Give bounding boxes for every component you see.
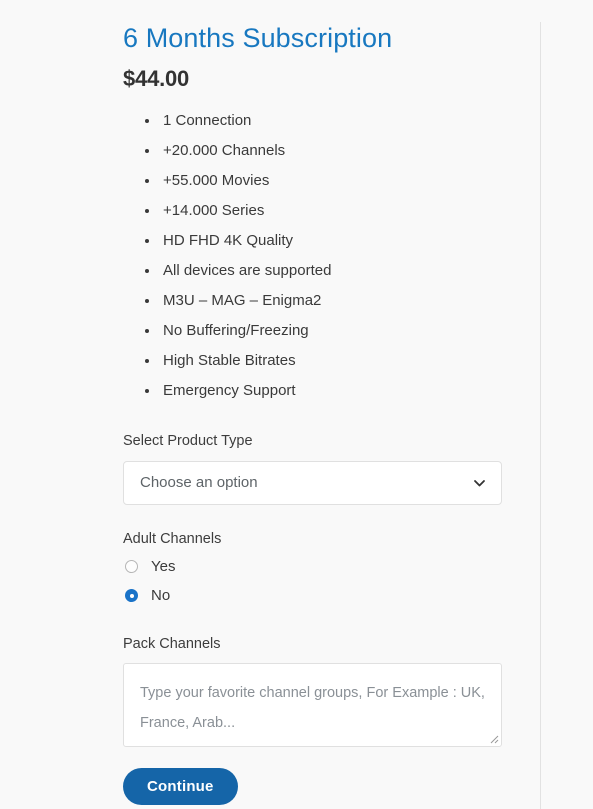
product-price: $44.00 (123, 66, 190, 92)
radio-yes-icon[interactable] (125, 560, 138, 574)
list-item: +14.000 Series (160, 196, 523, 226)
adult-channels-label: Adult Channels (123, 530, 222, 547)
product-type-label: Select Product Type (123, 433, 253, 450)
list-item: Emergency Support (160, 376, 523, 406)
list-item: High Stable Bitrates (160, 346, 523, 376)
pack-channels-field: Pack Channels Type your favorite channel… (123, 609, 523, 748)
list-item: HD FHD 4K Quality (160, 226, 523, 256)
product-type-selected-value: Choose an option (140, 473, 258, 491)
product-page: 6 Months Subscription $44.00 1 Connectio… (0, 0, 593, 809)
submit-row: Continue (123, 747, 523, 806)
page-title: 6 Months Subscription (123, 23, 393, 53)
list-item: +55.000 Movies (160, 166, 523, 196)
pack-channels-textarea[interactable]: Type your favorite channel groups, For E… (123, 663, 502, 748)
list-item: No Buffering/Freezing (160, 316, 523, 346)
product-summary-column: 6 Months Subscription $44.00 1 Connectio… (123, 0, 523, 806)
resize-handle-icon[interactable] (487, 732, 499, 744)
adult-channels-field: Adult Channels Yes No (123, 505, 523, 609)
list-item: +20.000 Channels (160, 136, 523, 166)
product-type-select[interactable]: Choose an option (123, 460, 502, 505)
continue-button[interactable]: Continue (123, 768, 238, 806)
product-type-field: Select Product Type Choose an option (123, 406, 523, 505)
list-item: M3U – MAG – Enigma2 (160, 286, 523, 316)
radio-option-no[interactable]: No (123, 583, 523, 609)
radio-no-label: No (151, 587, 171, 605)
pack-channels-placeholder: Type your favorite channel groups, For E… (140, 685, 485, 732)
radio-yes-label: Yes (151, 558, 176, 576)
radio-no-icon[interactable] (125, 589, 138, 603)
radio-option-yes[interactable]: Yes (123, 554, 523, 580)
feature-list: 1 Connection +20.000 Channels +55.000 Mo… (123, 92, 523, 406)
pack-channels-label: Pack Channels (123, 635, 221, 652)
list-item: All devices are supported (160, 256, 523, 286)
column-divider (540, 22, 541, 809)
chevron-down-icon (473, 476, 486, 489)
list-item: 1 Connection (160, 106, 523, 136)
